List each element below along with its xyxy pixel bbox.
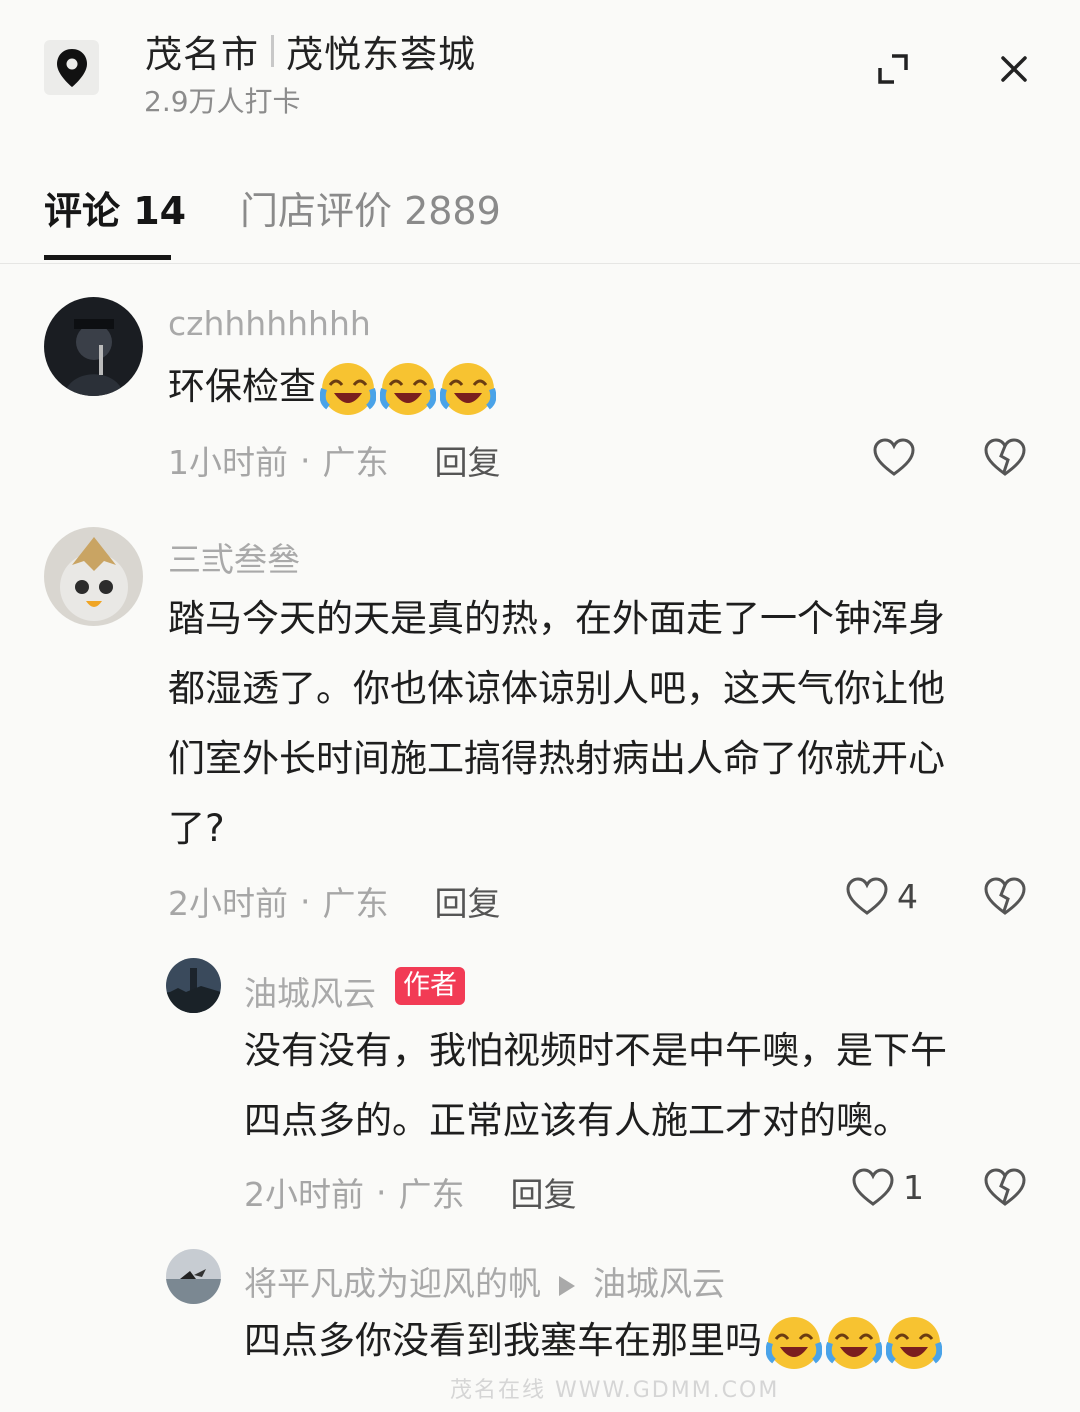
comment-text: 环保检查 [168,352,497,422]
laughing-crying-emoji-icon [825,1315,883,1371]
meta-separator: · [300,440,311,480]
like-count: 4 [897,877,918,916]
location-title[interactable]: 茂名市 茂悦东荟城 [145,24,476,78]
location-pin-icon [44,40,99,95]
heart-icon[interactable] [845,875,889,919]
reply-username[interactable]: 油城风云 [244,967,376,1015]
reply-to-username[interactable]: 油城风云 [593,1264,725,1303]
checkin-count: 2.9万人打卡 [144,85,301,118]
comment-meta: 1小时前 · 广东 回复 [168,436,501,484]
comment-username[interactable]: czhhhhhhhh [168,304,371,343]
tab-comments[interactable]: 评论 14 [44,180,186,235]
author-badge: 作者 [395,967,465,1005]
comment-region: 广东 [322,443,389,482]
reply-button[interactable]: 回复 [511,1168,577,1216]
close-icon[interactable] [995,50,1033,88]
comment-line: 们室外长时间施工搞得热射病出人命了你就开心 [168,737,945,780]
comment-line: 都湿透了。你也体谅体谅别人吧，这天气你让他 [168,667,945,710]
comment-username[interactable]: 三弎叁叄 [168,533,300,581]
reply-text: 没有没有，我怕视频时不是中午噢，是下午 四点多的。正常应该有人施工才对的噢。 [244,1016,1044,1156]
watermark: 茂名在线 WWW.GDMM.COM [450,1378,780,1403]
reply-username[interactable]: 将平凡成为迎风的帆 [244,1264,541,1303]
laughing-crying-emoji-icon [439,361,497,417]
reply-time: 2小时前 [244,1175,364,1214]
meta-separator: · [376,1172,387,1212]
avatar[interactable] [44,527,143,626]
tab-store-reviews[interactable]: 门店评价 2889 [240,180,501,235]
tab-bar: 评论 14 门店评价 2889 [0,180,1080,264]
comment-time: 2小时前 [168,884,288,923]
place-name: 茂悦东荟城 [286,33,476,76]
comment-meta: 2小时前 · 广东 回复 [168,877,501,925]
reply-body: 四点多你没看到我塞车在那里吗 [244,1319,762,1362]
comment-line: 踏马今天的天是真的热，在外面走了一个钟浑身 [168,597,945,640]
reply-button[interactable]: 回复 [435,877,501,925]
reply-button[interactable]: 回复 [435,436,501,484]
reply-region: 广东 [398,1175,465,1214]
comment-line: 了? [168,807,225,850]
avatar[interactable] [44,297,143,396]
laughing-crying-emoji-icon [319,361,377,417]
avatar[interactable] [166,958,221,1013]
laughing-crying-emoji-icon [885,1315,943,1371]
broken-heart-icon[interactable] [983,1166,1027,1210]
like-count: 1 [903,1168,924,1207]
broken-heart-icon[interactable] [983,875,1027,919]
active-tab-indicator [44,255,171,260]
reply-meta: 2小时前 · 广东 回复 [244,1168,577,1216]
title-divider [271,35,274,67]
reply-line: 四点多的。正常应该有人施工才对的噢。 [244,1099,910,1142]
meta-separator: · [300,881,311,921]
reply-text: 四点多你没看到我塞车在那里吗 [244,1306,943,1376]
avatar[interactable] [166,1249,221,1304]
laughing-crying-emoji-icon [379,361,437,417]
reply-header: 将平凡成为迎风的帆 油城风云 [244,1257,725,1305]
comment-text: 踏马今天的天是真的热，在外面走了一个钟浑身 都湿透了。你也体谅体谅别人吧，这天气… [168,584,1038,864]
comment-body: 环保检查 [168,365,316,408]
laughing-crying-emoji-icon [765,1315,823,1371]
reply-arrow-icon [559,1275,575,1296]
city-name: 茂名市 [145,33,259,76]
heart-icon[interactable] [872,436,916,480]
expand-icon[interactable] [874,50,912,88]
reply-line: 没有没有，我怕视频时不是中午噢，是下午 [244,1029,947,1072]
comment-region: 广东 [322,884,389,923]
broken-heart-icon[interactable] [983,436,1027,480]
comment-time: 1小时前 [168,443,288,482]
heart-icon[interactable] [851,1166,895,1210]
